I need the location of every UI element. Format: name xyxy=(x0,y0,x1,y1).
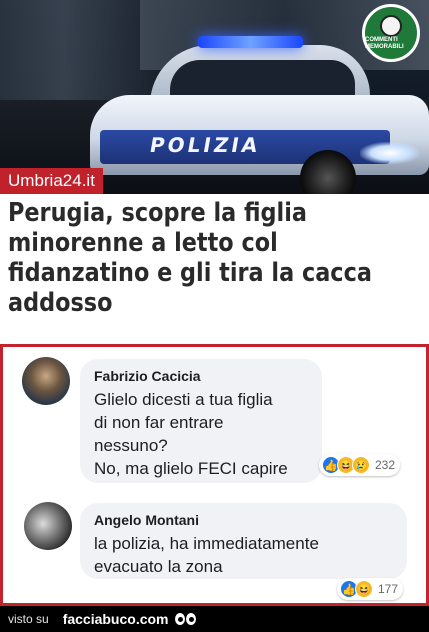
article-headline: Perugia, scopre la figlia minorenne a le… xyxy=(8,198,372,318)
source-label: Umbria24.it xyxy=(0,168,103,194)
comment-author[interactable]: Angelo Montani xyxy=(94,512,393,528)
reaction-summary[interactable]: 👍 😆 😢 232 xyxy=(319,454,401,476)
comment-text: la polizia, ha immediatamente evacuato l… xyxy=(94,534,319,576)
footer-site-link[interactable]: facciabuco.com xyxy=(63,611,169,627)
logo-text: COMMENTI MEMORABILI xyxy=(365,37,404,50)
sad-icon: 😢 xyxy=(352,456,370,474)
haha-icon: 😆 xyxy=(355,580,373,598)
reaction-count: 177 xyxy=(378,582,399,596)
reaction-count: 232 xyxy=(375,458,396,472)
news-photo: POLIZIA COMMENTI MEMORABILI Umbria24.it xyxy=(0,0,429,194)
logo-face-icon xyxy=(380,15,402,37)
footer-visto-su: visto su xyxy=(8,612,49,626)
avatar[interactable] xyxy=(24,502,72,550)
headline-area: Perugia, scopre la figlia minorenne a le… xyxy=(0,194,429,344)
car-lettering: POLIZIA xyxy=(147,133,263,157)
reaction-summary[interactable]: 👍 😆 177 xyxy=(337,578,404,600)
commenti-memorabili-logo: COMMENTI MEMORABILI xyxy=(362,4,420,62)
headlight xyxy=(360,142,420,164)
comment-author[interactable]: Fabrizio Cacicia xyxy=(94,368,308,384)
avatar[interactable] xyxy=(22,357,70,405)
comment-bubble: Fabrizio Cacicia Glielo dicesti a tua fi… xyxy=(80,359,322,483)
comment-text: Glielo dicesti a tua figlia di non far e… xyxy=(94,390,288,478)
siren-light xyxy=(198,36,303,48)
comments-panel: Fabrizio Cacicia Glielo dicesti a tua fi… xyxy=(0,344,429,606)
car-window xyxy=(170,60,355,100)
comment-bubble: Angelo Montani la polizia, ha immediatam… xyxy=(80,503,407,579)
eyes-icon xyxy=(174,613,196,625)
watermark-footer: visto su facciabuco.com xyxy=(0,606,429,632)
